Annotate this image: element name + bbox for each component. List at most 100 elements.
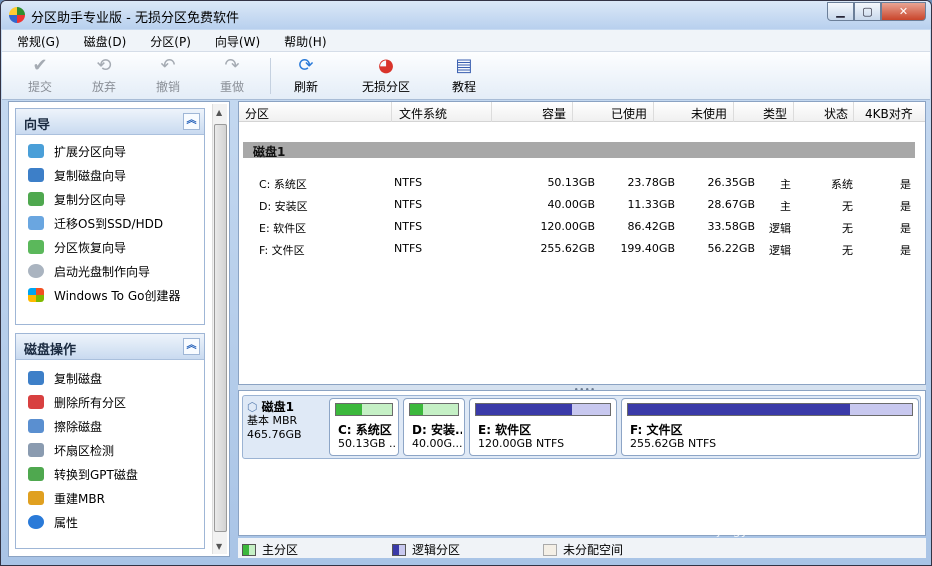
commit-button[interactable]: ✔ 提交 — [28, 56, 52, 95]
cell-status: 系统 — [831, 178, 853, 191]
maximize-button[interactable]: ▢ — [854, 2, 881, 21]
wizard-item-label: Windows To Go创建器 — [54, 288, 181, 303]
menu-wizard[interactable]: 向导(W) — [200, 30, 269, 51]
table-row[interactable]: D: 安装区 NTFS 40.00GB 11.33GB 28.67GB 主 无 是 — [239, 194, 925, 216]
menu-general[interactable]: 常规(G) — [2, 30, 69, 51]
cell-name: D: 安装区 — [259, 200, 308, 213]
partition-size: 120.00GB NTFS — [478, 437, 565, 450]
disk-item-properties[interactable]: 属性 — [16, 510, 204, 534]
cell-type: 主 — [780, 200, 791, 213]
info-icon — [28, 515, 44, 529]
disk-item-wipe[interactable]: 擦除磁盘 — [16, 414, 204, 438]
usage-bar — [409, 403, 459, 416]
col-capacity[interactable]: 容量 — [542, 105, 566, 122]
tutorial-button[interactable]: ▤ 教程 — [452, 56, 476, 95]
disk-item-label: 转换到GPT磁盘 — [54, 467, 138, 482]
legend-primary-label: 主分区 — [262, 543, 299, 557]
redo-button[interactable]: ↷ 重做 — [220, 56, 244, 95]
partition-block[interactable]: D: 安装...40.00G... — [403, 398, 465, 456]
sidebar-scrollbar[interactable]: ▲ ▼ — [212, 104, 227, 554]
disk-item-label: 属性 — [54, 515, 79, 530]
table-row[interactable]: F: 文件区 NTFS 255.62GB 199.40GB 56.22GB 逻辑 无 是 — [239, 238, 925, 260]
col-type[interactable]: 类型 — [763, 105, 787, 122]
redo-label: 重做 — [220, 80, 245, 94]
legend-logical-label: 逻辑分区 — [412, 543, 461, 557]
menu-disk[interactable]: 磁盘(D) — [69, 30, 136, 51]
partition-table: 分区 文件系统 容量 已使用 未使用 类型 状态 4KB对齐 磁盘1 C: 系统… — [238, 101, 926, 385]
copy-disk-icon — [28, 371, 44, 385]
scroll-up-arrow-icon[interactable]: ▲ — [216, 108, 222, 117]
undo-button[interactable]: ↶ 撤销 — [156, 56, 180, 95]
wizard-item-migrate-os[interactable]: 迁移OS到SSD/HDD — [16, 211, 204, 235]
wizard-item-recovery[interactable]: 分区恢复向导 — [16, 235, 204, 259]
legend-primary: 主分区 — [242, 541, 298, 558]
disk-item-rebuild-mbr[interactable]: 重建MBR — [16, 486, 204, 510]
disk-info[interactable]: ⬡ 磁盘1 基本 MBR 465.76GB — [247, 400, 331, 442]
wipe-disk-icon — [28, 419, 44, 433]
wizard-item-extend[interactable]: 扩展分区向导 — [16, 139, 204, 163]
menu-partition[interactable]: 分区(P) — [135, 30, 200, 51]
lossless-partition-button[interactable]: ◕ 无损分区 — [362, 56, 410, 95]
wizard-item-copy-disk[interactable]: 复制磁盘向导 — [16, 163, 204, 187]
cell-free: 33.58GB — [707, 220, 755, 233]
toolbar-separator — [270, 58, 271, 94]
col-partition[interactable]: 分区 — [245, 105, 269, 122]
wizard-item-windows-to-go[interactable]: Windows To Go创建器 — [16, 283, 204, 307]
disk-panel-title: 磁盘操作 — [24, 343, 77, 358]
disk-item-label: 删除所有分区 — [54, 395, 127, 410]
close-button[interactable]: ✕ — [881, 2, 926, 21]
legend-logical: 逻辑分区 — [392, 541, 460, 558]
disk-type: 基本 MBR — [247, 414, 298, 427]
partition-name: E: 软件区 — [478, 423, 532, 437]
cell-free: 28.67GB — [707, 198, 755, 211]
cell-align: 是 — [900, 178, 911, 191]
partition-block[interactable]: C: 系统区 50.13GB ... — [329, 398, 399, 456]
cell-cap: 50.13GB — [547, 176, 595, 189]
scroll-down-arrow-icon[interactable]: ▼ — [216, 542, 222, 551]
col-free[interactable]: 未使用 — [691, 105, 727, 122]
undo-label: 撤销 — [156, 80, 181, 94]
cell-fs: NTFS — [394, 242, 423, 255]
wizard-item-label: 复制分区向导 — [54, 192, 127, 207]
copy-disk-icon — [28, 168, 44, 182]
cell-type: 主 — [780, 178, 791, 191]
legend-unalloc-label: 未分配空间 — [563, 543, 624, 557]
col-filesystem[interactable]: 文件系统 — [399, 105, 447, 122]
partition-block[interactable]: F: 文件区 255.62GB NTFS — [621, 398, 919, 456]
minimize-button[interactable]: ▁ — [827, 2, 854, 21]
disk-item-delete-all[interactable]: 删除所有分区 — [16, 390, 204, 414]
usage-fill — [336, 404, 363, 415]
refresh-button[interactable]: ⟳ 刷新 — [294, 56, 318, 95]
menu-help[interactable]: 帮助(H) — [269, 30, 335, 51]
wizard-item-copy-partition[interactable]: 复制分区向导 — [16, 187, 204, 211]
table-row[interactable]: E: 软件区 NTFS 120.00GB 86.42GB 33.58GB 逻辑 无 是 — [239, 216, 925, 238]
col-status[interactable]: 状态 — [824, 105, 848, 122]
disk-item-copy[interactable]: 复制磁盘 — [16, 366, 204, 390]
wizard-item-bootable-cd[interactable]: 启动光盘制作向导 — [16, 259, 204, 283]
undo-icon: ↶ — [160, 55, 176, 76]
disk-item-label: 坏扇区检测 — [54, 443, 115, 458]
partition-block[interactable]: E: 软件区 120.00GB NTFS — [469, 398, 617, 456]
cell-cap: 255.62GB — [540, 242, 595, 255]
usage-bar — [627, 403, 913, 416]
title-bar[interactable]: 分区助手专业版 - 无损分区免费软件 ▁ ▢ ✕ — [1, 1, 931, 29]
col-used[interactable]: 已使用 — [611, 105, 647, 122]
bad-sector-icon — [28, 443, 44, 457]
partition-size: 50.13GB ... — [338, 437, 396, 450]
collapse-chevron-icon[interactable]: ︽ — [183, 338, 200, 355]
discard-button[interactable]: ⟲ 放弃 — [92, 56, 116, 95]
disk-group-header[interactable]: 磁盘1 — [243, 142, 915, 159]
disk-item-bad-sector[interactable]: 坏扇区检测 — [16, 438, 204, 462]
col-4k-align[interactable]: 4KB对齐 — [865, 105, 913, 122]
disk-item-convert-gpt[interactable]: 转换到GPT磁盘 — [16, 462, 204, 486]
collapse-chevron-icon[interactable]: ︽ — [183, 113, 200, 130]
cell-status: 无 — [842, 222, 853, 235]
cell-free: 26.35GB — [707, 176, 755, 189]
check-icon: ✔ — [32, 55, 48, 76]
delete-icon — [28, 395, 44, 409]
scroll-thumb[interactable] — [214, 124, 227, 532]
menu-bar: 常规(G) 磁盘(D) 分区(P) 向导(W) 帮助(H) — [2, 30, 930, 52]
table-row[interactable]: C: 系统区 NTFS 50.13GB 23.78GB 26.35GB 主 系统 是 — [239, 172, 925, 194]
refresh-label: 刷新 — [294, 80, 319, 94]
usage-fill — [628, 404, 850, 415]
